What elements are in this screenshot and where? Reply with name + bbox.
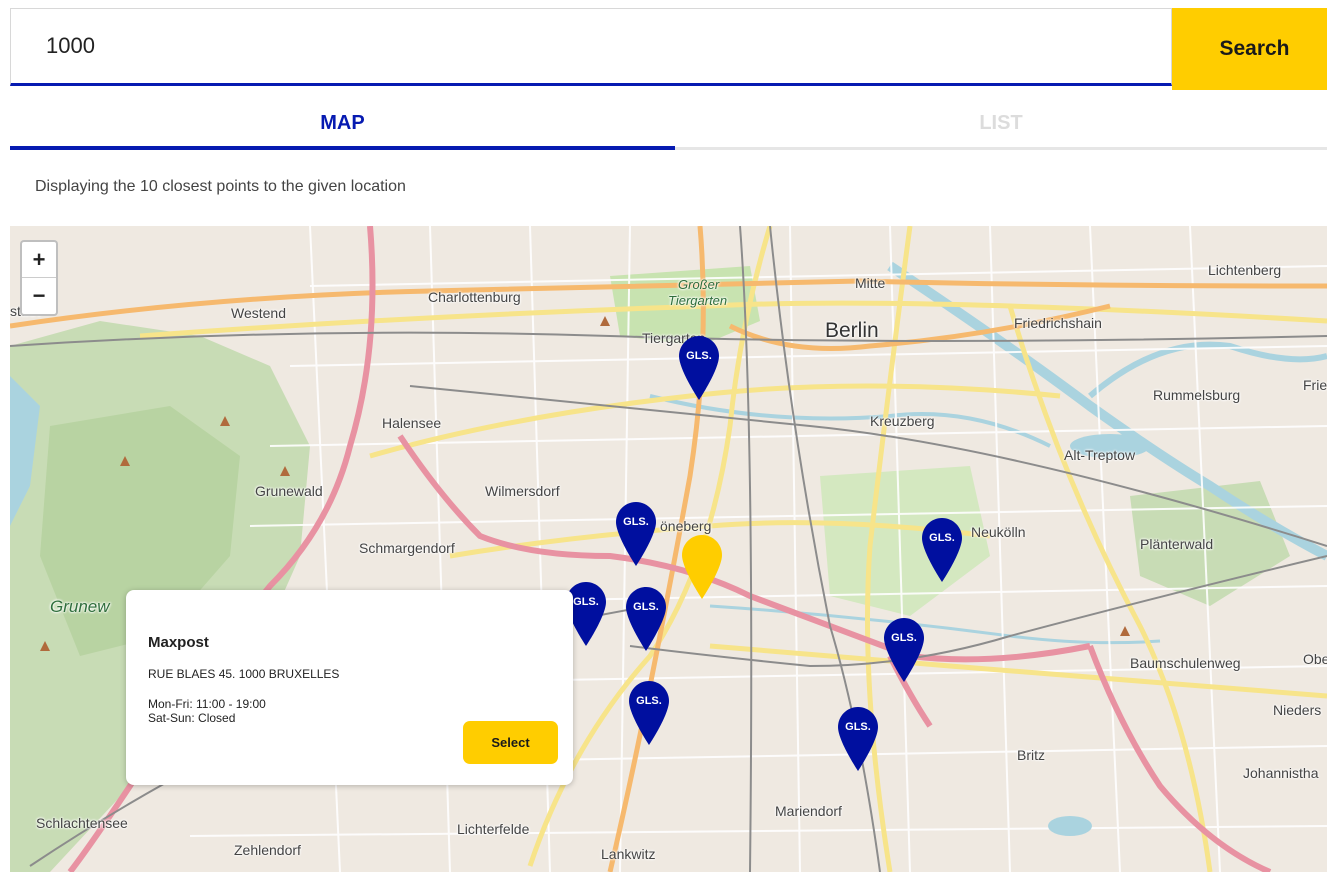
popup-title: Maxpost [148, 634, 209, 651]
gls-pin-marker[interactable]: GLS. [629, 681, 669, 745]
map-label-schmargendorf: Schmargendorf [359, 540, 455, 556]
map-label-tiergarten-park: Tiergarten [668, 293, 728, 308]
zoom-in-button[interactable]: + [22, 242, 56, 277]
map-label-friedrichshain: Friedrichshain [1014, 315, 1102, 331]
map-label-neukolln: Neukölln [971, 524, 1026, 540]
map-label-schoneberg: öneberg [660, 518, 712, 534]
map-pin-icon [679, 336, 719, 400]
map-pin-icon [682, 535, 722, 599]
view-tabs: MAP LIST [10, 112, 1327, 150]
map-label-grosser: Großer [678, 277, 720, 292]
map-label-baumschulenweg: Baumschulenweg [1130, 655, 1241, 671]
map-label-halensee: Halensee [382, 415, 442, 431]
map-label-grunewald: Grunewald [255, 483, 323, 499]
popup-address: RUE BLAES 45. 1000 BRUXELLES [148, 667, 340, 681]
gls-pin-marker[interactable]: GLS. [679, 336, 719, 400]
gls-pin-marker[interactable]: GLS. [884, 618, 924, 682]
map-label-johannisth: Johannistha [1243, 765, 1319, 781]
search-bar: 1000 Search [10, 8, 1327, 90]
map-label-wilmersdorf: Wilmersdorf [485, 483, 560, 499]
map-pin-icon [922, 518, 962, 582]
gls-pin-label: GLS. [636, 695, 662, 707]
popup-hours-weekday: Mon-Fri: 11:00 - 19:00 [148, 697, 266, 711]
map-label-charlottenburg: Charlottenburg [428, 289, 521, 305]
map-label-lankwitz: Lankwitz [601, 846, 656, 862]
map-label-rummelsburg: Rummelsburg [1153, 387, 1241, 403]
map-label-mitte: Mitte [855, 275, 886, 291]
gls-pin-marker[interactable]: GLS. [922, 518, 962, 582]
gls-pin-label: GLS. [686, 350, 712, 362]
results-info-text: Displaying the 10 closest points to the … [35, 178, 406, 195]
map-label-berlin: Berlin [825, 319, 879, 342]
map-pin-icon [629, 681, 669, 745]
map-label-zehlendorf: Zehlendorf [234, 842, 301, 858]
map-label-kreuzberg: Kreuzberg [870, 413, 935, 429]
map-label-planterwald: Plänterwald [1140, 536, 1214, 552]
gls-pin-marker[interactable]: GLS. [838, 707, 878, 771]
map-pin-icon [884, 618, 924, 682]
selected-pin-marker[interactable] [682, 535, 722, 599]
map-label-schlachtensee: Schlachtensee [36, 815, 128, 831]
tab-map[interactable]: MAP [10, 112, 675, 150]
map-label-westend: Westend [231, 305, 286, 321]
map-label-alt-treptow: Alt-Treptow [1064, 447, 1136, 463]
map-label-lichterfelde: Lichterfelde [457, 821, 530, 837]
location-popup: Maxpost RUE BLAES 45. 1000 BRUXELLES Mon… [126, 590, 573, 785]
zoom-control: + − [20, 240, 58, 316]
map-pin-icon [616, 502, 656, 566]
gls-pin-label: GLS. [891, 632, 917, 644]
map-pin-icon [838, 707, 878, 771]
select-button[interactable]: Select [463, 721, 558, 764]
map-label-lichtenberg: Lichtenberg [1208, 262, 1282, 278]
tab-list[interactable]: LIST [675, 112, 1327, 150]
map-label-obe: Obe [1303, 651, 1327, 667]
search-input[interactable]: 1000 [10, 8, 1172, 86]
gls-pin-marker[interactable]: GLS. [616, 502, 656, 566]
map-pin-icon [626, 587, 666, 651]
gls-pin-label: GLS. [633, 601, 659, 613]
gls-pin-label: GLS. [623, 516, 649, 528]
map-label-frie: Frie [1303, 377, 1327, 393]
zoom-out-button[interactable]: − [22, 277, 56, 313]
gls-pin-marker[interactable]: GLS. [626, 587, 666, 651]
map-label-nieders: Nieders [1273, 702, 1322, 718]
map-label-mariendorf: Mariendorf [775, 803, 842, 819]
search-button[interactable]: Search [1172, 8, 1327, 90]
popup-hours-weekend: Sat-Sun: Closed [148, 711, 236, 725]
gls-pin-label: GLS. [845, 721, 871, 733]
map-label-britz: Britz [1017, 747, 1045, 763]
gls-pin-label: GLS. [929, 532, 955, 544]
map-label-grunewald-forest: Grunew [50, 597, 110, 616]
